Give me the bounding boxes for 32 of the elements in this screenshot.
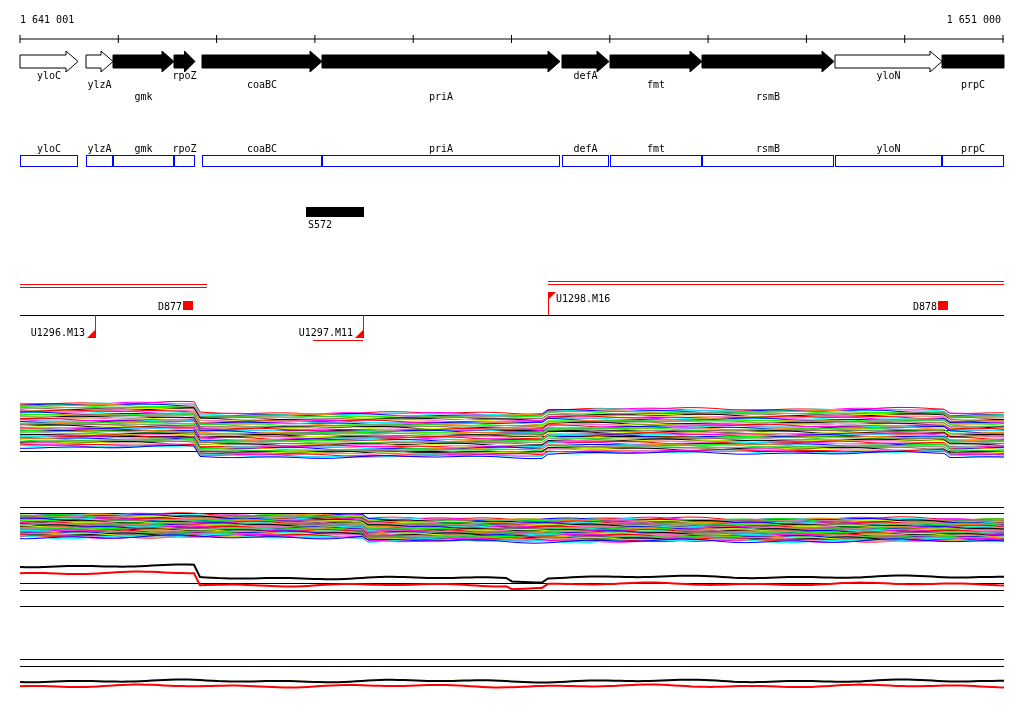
gene-label: prpC	[960, 143, 986, 154]
marker-label: U1297.M11	[298, 327, 353, 338]
gene-label: rpoZ	[172, 143, 197, 154]
feature-label: S572	[307, 219, 333, 230]
gene-label: ylzA	[87, 143, 112, 154]
coordinate-label: 1 651 000	[946, 14, 1001, 25]
gene-box	[20, 155, 78, 167]
marker-label: D878	[912, 301, 937, 312]
marker-label: D877	[157, 301, 182, 312]
gene-label: ylzA	[87, 79, 112, 90]
gene-label: rsmB	[755, 143, 781, 154]
feature-bar	[306, 207, 364, 217]
gene-label: yloN	[876, 143, 901, 154]
coordinate-label: 1 641 001	[20, 14, 75, 25]
gene-label: coaBC	[246, 143, 278, 154]
gene-label: fmt	[646, 143, 666, 154]
gene-label: yloC	[36, 143, 62, 154]
gene-label: gmk	[134, 143, 153, 154]
gene-label: priA	[428, 91, 454, 102]
gene-label: gmk	[134, 91, 153, 102]
marker-label: U1298.M16	[556, 293, 611, 304]
gene-label: fmt	[646, 79, 666, 90]
gene-label: defA	[573, 143, 598, 154]
gene-label: rpoZ	[172, 70, 197, 81]
gene-label: coaBC	[246, 79, 278, 90]
gene-label: defA	[573, 70, 598, 81]
gene-label: rsmB	[755, 91, 781, 102]
gene-label: yloC	[36, 70, 62, 81]
gene-label: prpC	[960, 79, 986, 90]
marker-label: U1296.M13	[30, 327, 85, 338]
gene-label: yloN	[876, 70, 901, 81]
gene-label: priA	[428, 143, 454, 154]
